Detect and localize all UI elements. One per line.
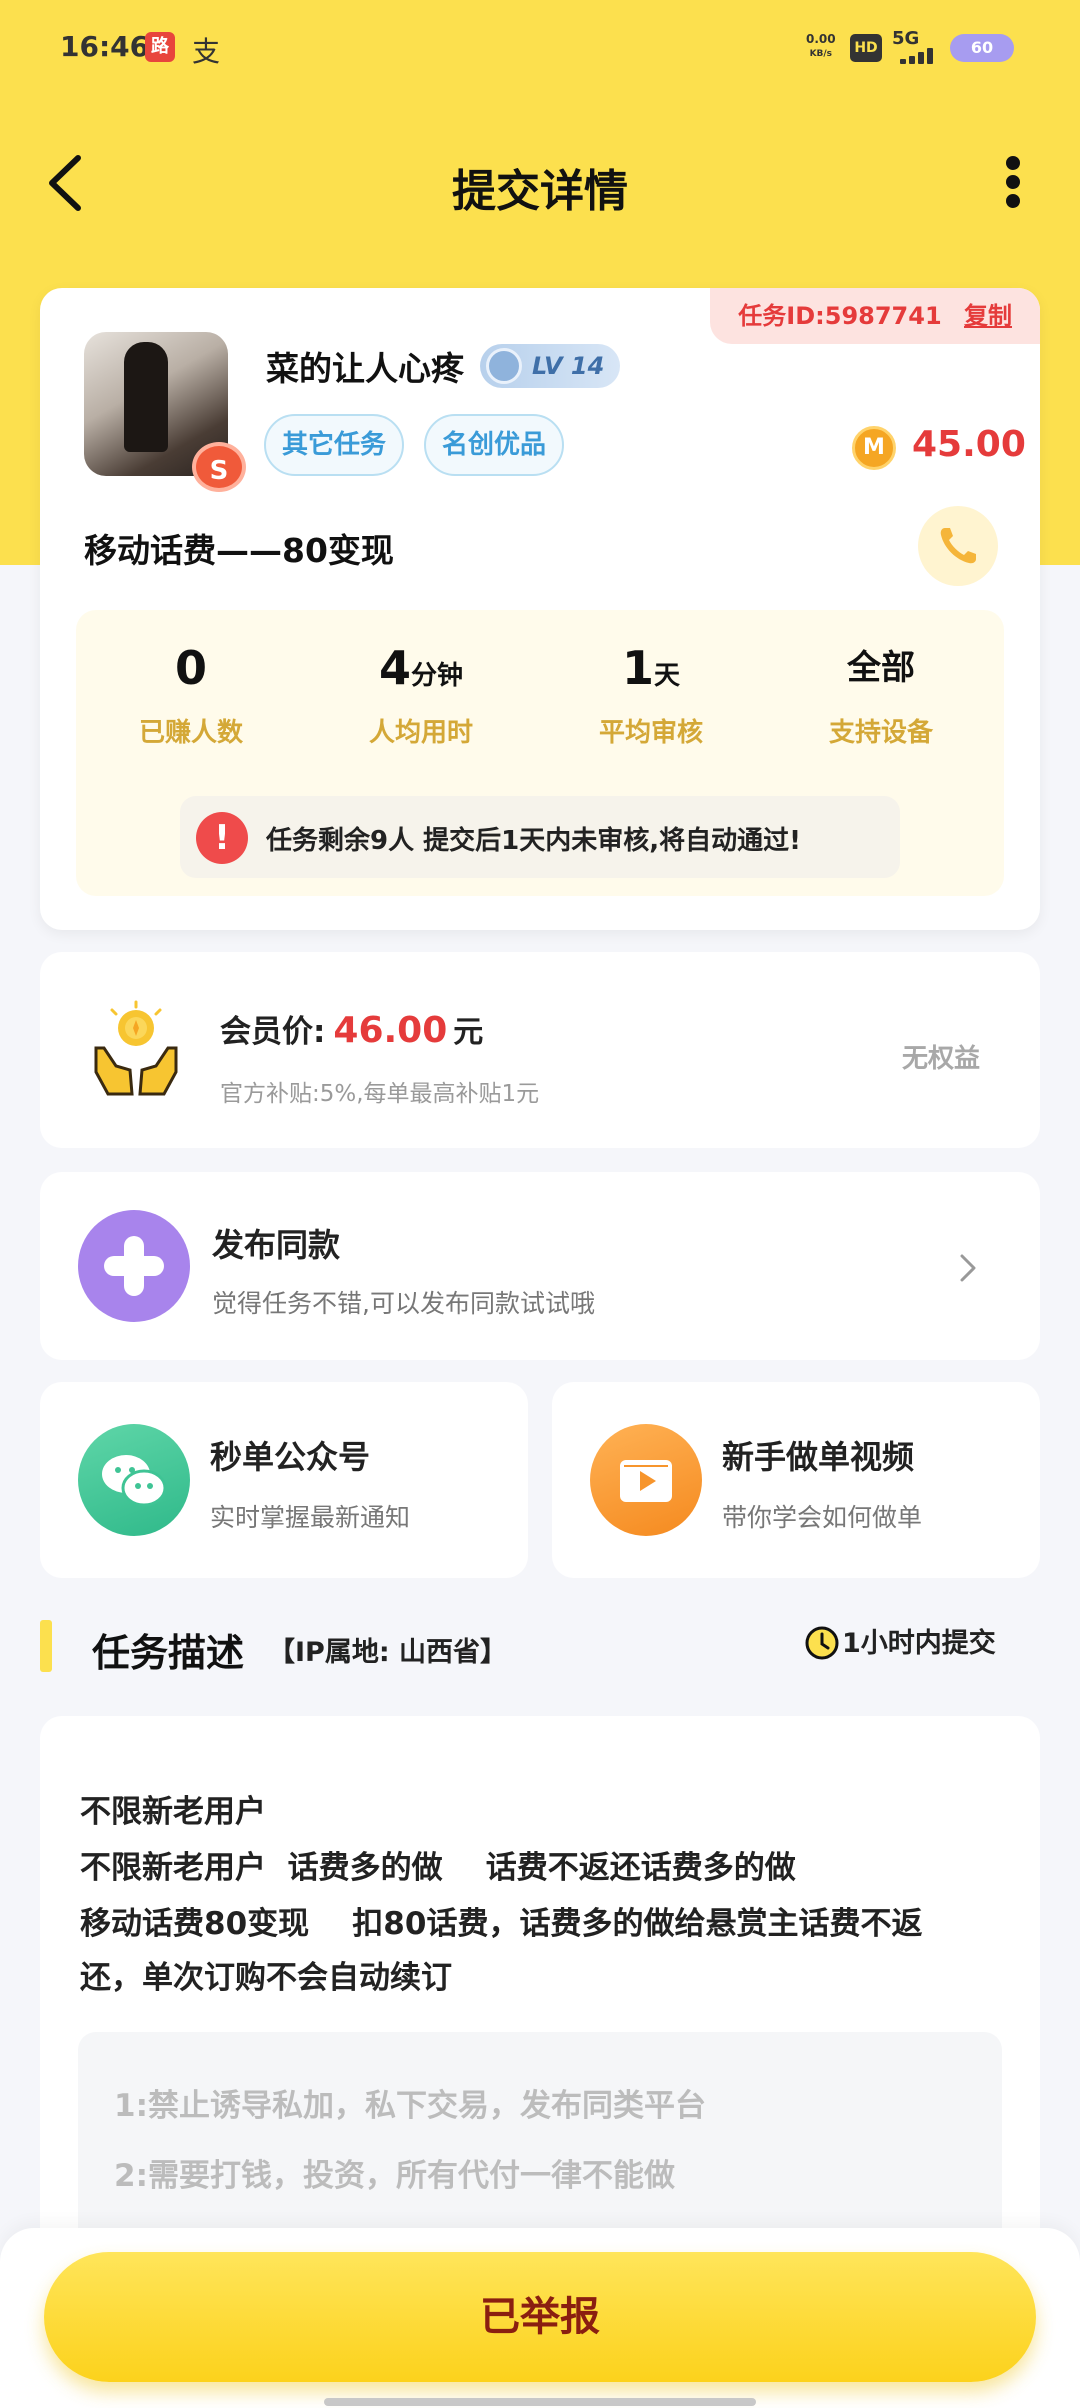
stat-avg-time: 4分钟 人均用时	[306, 636, 536, 749]
stat-unit: 天	[654, 661, 681, 691]
battery-icon: 60	[950, 34, 1014, 62]
stat-unit: 分钟	[411, 661, 464, 691]
page-title: 提交详情	[452, 166, 628, 217]
username: 菜的让人心疼	[266, 349, 464, 388]
chevron-right-icon	[960, 1254, 976, 1282]
description-line: 不限新老用户	[80, 1794, 266, 1830]
deadline-text: 1小时内提交	[842, 1628, 996, 1659]
rank-badge-icon: S	[192, 442, 246, 492]
wechat-title: 秒单公众号	[210, 1438, 371, 1476]
stat-label: 人均用时	[368, 718, 473, 748]
stat-value: 4	[378, 641, 411, 695]
level-label: LV 14	[532, 352, 605, 380]
member-price-unit: 元	[453, 1015, 484, 1050]
publish-same-title: 发布同款	[212, 1226, 341, 1264]
phone-icon	[940, 528, 976, 564]
member-price-amount: 46.00	[333, 1010, 448, 1051]
task-id: 任务ID:5987741 复制	[710, 288, 1040, 344]
level-badge: LV 14	[480, 344, 620, 388]
stat-label: 平均审核	[598, 718, 703, 748]
task-stats: 0 已赚人数 4分钟 人均用时 1天 平均审核 全部 支持设备 ! 任务剩余9人…	[76, 610, 1004, 896]
alipay-notification-icon: 支	[192, 35, 221, 68]
wechat-icon	[78, 1424, 190, 1536]
task-notice: ! 任务剩余9人 提交后1天内未审核,将自动通过!	[180, 796, 900, 878]
task-card: 任务ID:5987741 复制 S 菜的让人心疼 LV 14 其它任务 名创优品…	[40, 288, 1040, 930]
call-button[interactable]	[918, 506, 998, 586]
bottom-action-bar: 已举报	[0, 2228, 1080, 2408]
notice-text: 任务剩余9人 提交后1天内未审核,将自动通过!	[266, 826, 801, 856]
rule-item: 2:需要打钱，投资，所有代付一律不能做	[114, 2158, 675, 2194]
submit-deadline: 1小时内提交	[804, 1624, 996, 1664]
app-notification-icon: 路	[145, 32, 175, 62]
description-line: 还，单次订购不会自动续订	[80, 1960, 452, 1996]
network-type: 5G	[892, 28, 920, 49]
ip-location: 【IP属地: 山西省】	[268, 1637, 508, 1668]
more-button[interactable]	[1000, 152, 1028, 212]
stat-value: 全部	[847, 648, 915, 688]
coin-icon: M	[852, 426, 896, 470]
net-speed-value: 0.00	[806, 32, 836, 46]
member-price: 会员价: 46.00 元	[220, 1006, 483, 1051]
rule-item: 1:禁止诱导私加，私下交易，发布同类平台	[114, 2088, 706, 2124]
signal-icon	[900, 48, 940, 64]
task-id-label: 任务ID:5987741	[738, 302, 942, 330]
video-icon	[590, 1424, 702, 1536]
tag-miniso[interactable]: 名创优品	[424, 414, 564, 476]
reward-price: 45.00	[912, 424, 1026, 465]
status-time: 16:46	[60, 30, 150, 63]
member-price-card[interactable]: 会员价: 46.00 元 官方补贴:5%,每单最高补贴1元 无权益	[40, 952, 1040, 1148]
medal-icon	[486, 348, 522, 384]
stat-devices: 全部 支持设备	[766, 636, 996, 749]
clock-icon	[805, 1626, 839, 1660]
member-benefit-status: 无权益	[901, 1044, 980, 1074]
publish-same-card[interactable]: 发布同款 觉得任务不错,可以发布同款试试哦	[40, 1172, 1040, 1360]
wechat-official-card[interactable]: 秒单公众号 实时掌握最新通知	[40, 1382, 528, 1578]
video-subtitle: 带你学会如何做单	[722, 1503, 923, 1532]
stat-label: 支持设备	[828, 718, 933, 748]
reported-button[interactable]: 已举报	[44, 2252, 1036, 2382]
stat-earned: 0 已赚人数	[76, 636, 306, 749]
status-bar: 16:46 路 支 0.00 KB/s HD 5G 60	[0, 0, 1080, 100]
task-title: 移动话费——80变现	[84, 531, 394, 570]
net-speed: 0.00 KB/s	[806, 32, 836, 62]
warning-icon: !	[196, 812, 248, 864]
member-price-label: 会员价:	[220, 1014, 326, 1050]
hands-coin-icon	[94, 1000, 178, 1096]
stat-value: 0	[174, 641, 207, 695]
wechat-subtitle: 实时掌握最新通知	[210, 1503, 411, 1532]
copy-button[interactable]: 复制	[964, 302, 1012, 330]
description-line: 不限新老用户 话费多的做 话费不返还话费多的做	[80, 1850, 796, 1886]
net-speed-unit: KB/s	[809, 49, 833, 59]
tutorial-video-card[interactable]: 新手做单视频 带你学会如何做单	[552, 1382, 1040, 1578]
publish-same-subtitle: 觉得任务不错,可以发布同款试试哦	[212, 1289, 595, 1318]
plus-icon	[78, 1210, 190, 1322]
home-indicator[interactable]	[324, 2398, 756, 2406]
member-subsidy: 官方补贴:5%,每单最高补贴1元	[220, 1081, 540, 1107]
stat-avg-review: 1天 平均审核	[536, 636, 766, 749]
video-title: 新手做单视频	[722, 1438, 915, 1476]
description-line: 移动话费80变现 扣80话费，话费多的做给悬赏主话费不返	[80, 1906, 923, 1942]
hd-icon: HD	[850, 34, 882, 62]
tag-other-tasks[interactable]: 其它任务	[264, 414, 404, 476]
stat-label: 已赚人数	[138, 718, 243, 748]
section-title: 任务描述	[92, 1631, 245, 1675]
stat-value: 1	[621, 641, 654, 695]
section-accent	[40, 1620, 52, 1672]
